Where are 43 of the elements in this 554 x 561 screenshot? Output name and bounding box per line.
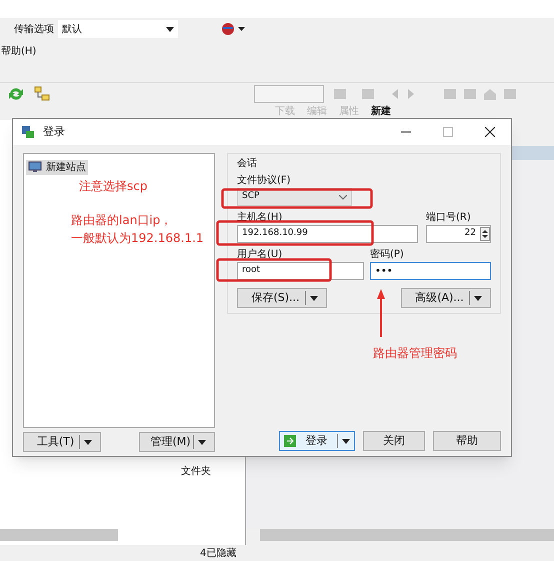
close-button[interactable]: 关闭 <box>363 431 425 451</box>
field-label: 用户名(U) <box>237 248 284 262</box>
advanced-button[interactable]: 高级(A)... <box>401 288 491 308</box>
app-icon <box>21 125 35 139</box>
annotation-text: 路由器管理密码 <box>373 345 457 362</box>
login-button[interactable]: 登录 <box>279 431 355 451</box>
caret-icon <box>342 438 350 444</box>
caret-icon <box>166 26 174 32</box>
login-icon <box>284 435 296 447</box>
annotation-text: 注意选择scp <box>79 178 148 195</box>
password-field[interactable]: ••• <box>370 262 491 280</box>
caret-icon <box>84 440 92 444</box>
toolbar-button[interactable]: 新建 <box>371 104 391 119</box>
transfer-label: 传输选项 <box>14 22 54 36</box>
table-cell-text: 文件夹 <box>181 464 211 479</box>
status-text: 4已隐藏 <box>200 546 236 560</box>
window-title: 登录 <box>43 124 66 140</box>
save-button[interactable]: 保存(S)... <box>237 288 327 308</box>
caret-icon <box>310 296 318 300</box>
port-field[interactable]: 22 <box>426 225 491 243</box>
field-label: 端口号(R) <box>426 210 472 225</box>
group-label: 会话 <box>237 156 257 171</box>
refresh-icon[interactable] <box>8 86 24 102</box>
annotation-text: 路由器的lan口ip， 一般默认为192.168.1.1 <box>71 212 204 247</box>
menu-item[interactable]: 帮助(H) <box>0 44 38 58</box>
tree-icon[interactable] <box>34 86 50 102</box>
manage-button[interactable]: 管理(M) <box>139 432 215 452</box>
help-button[interactable]: 帮助 <box>433 431 501 451</box>
caret-icon <box>198 440 206 444</box>
transfer-select[interactable]: 默认 <box>58 20 178 38</box>
arrow <box>376 289 386 337</box>
tools-button[interactable]: 工具(T) <box>23 432 101 452</box>
field-label: 文件协议(F) <box>237 174 291 188</box>
spinner-icon[interactable] <box>480 227 490 241</box>
chevron-icon <box>339 194 347 200</box>
username-field[interactable]: root <box>237 262 364 280</box>
sync-icon[interactable] <box>220 22 246 36</box>
tree-item[interactable]: 新建站点 <box>26 160 88 174</box>
field-label: 密码(P) <box>370 248 405 262</box>
monitor-icon <box>28 161 42 173</box>
caret-icon <box>474 296 482 300</box>
close-icon[interactable] <box>485 127 495 137</box>
host-field[interactable]: 192.168.10.99 <box>237 225 418 243</box>
